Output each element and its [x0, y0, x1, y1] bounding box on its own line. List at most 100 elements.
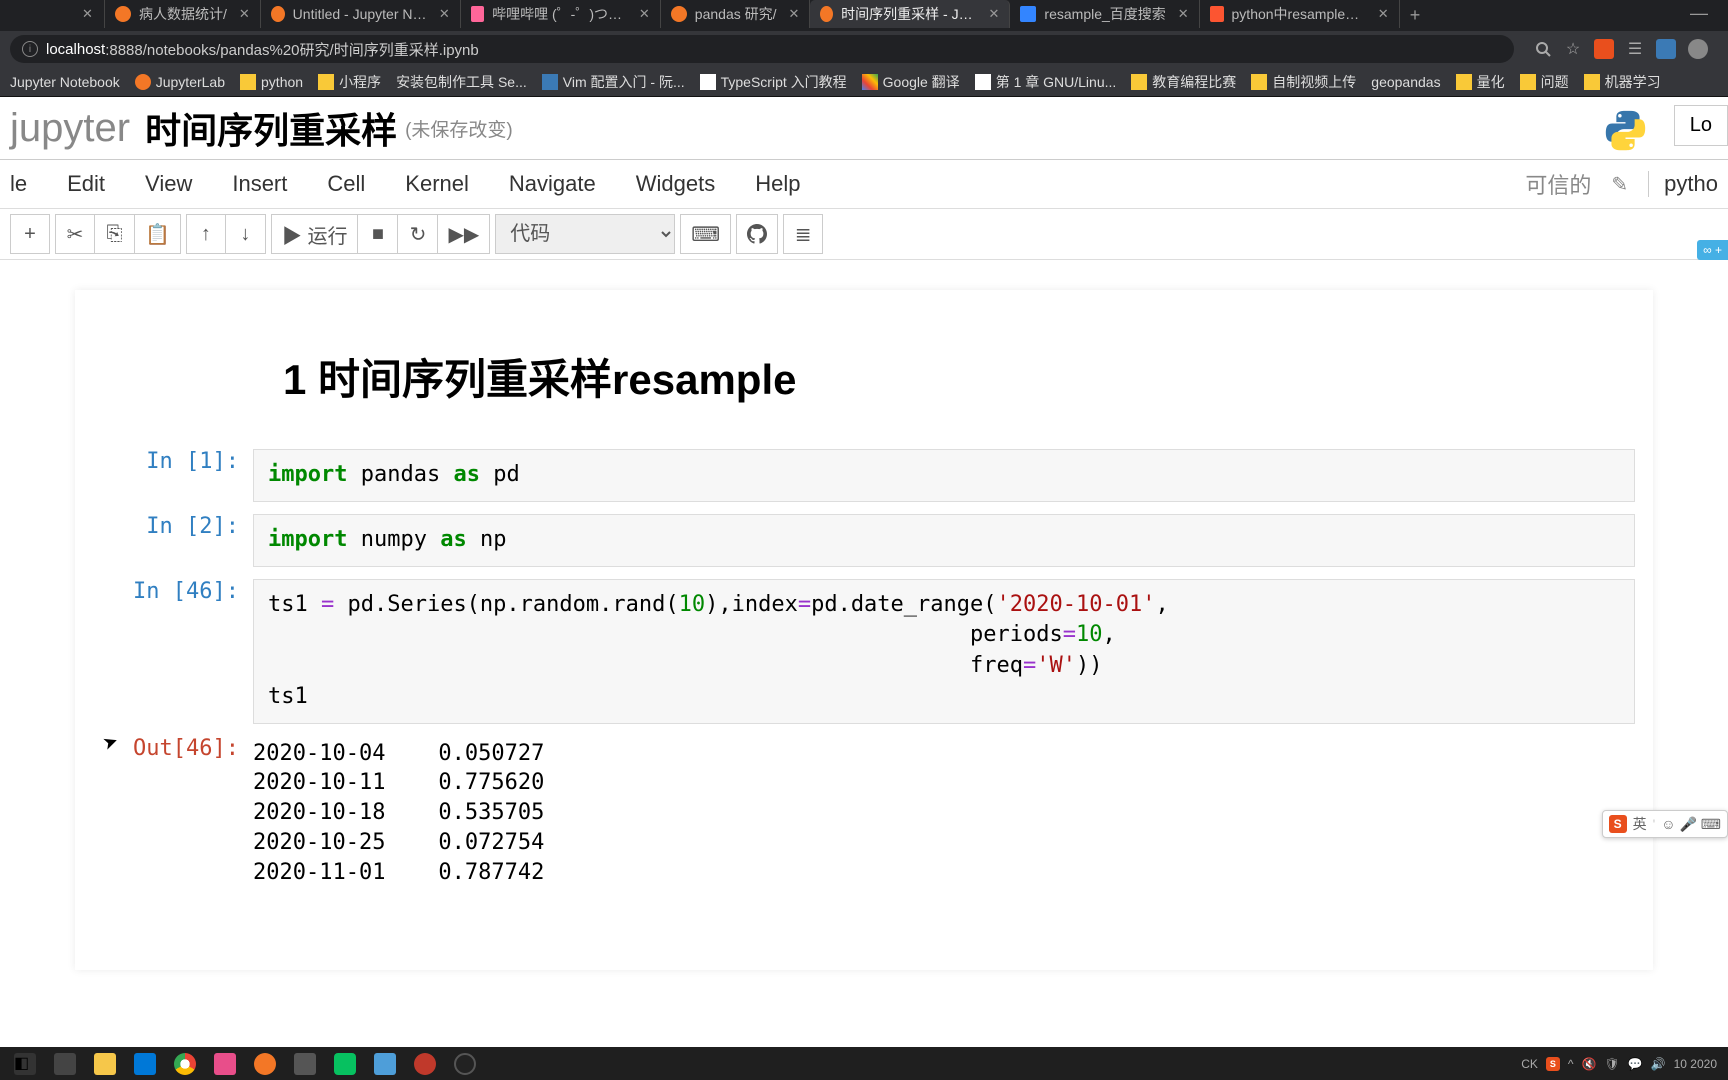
copy-button[interactable]: ⎘ [95, 214, 135, 254]
toc-button[interactable]: ≣ [783, 214, 823, 254]
jupyter-icon[interactable] [246, 1050, 284, 1078]
bookmark-item[interactable]: 量化 [1456, 72, 1505, 92]
wechat-icon[interactable] [326, 1050, 364, 1078]
add-cell-button[interactable]: + [10, 214, 50, 254]
close-tab-icon[interactable]: ✕ [82, 6, 93, 22]
code-cell[interactable]: In [1]: import pandas as pd [75, 443, 1653, 508]
reader-icon[interactable]: ☰ [1626, 40, 1644, 58]
keyboard-button[interactable]: ⌨ [680, 214, 731, 254]
markdown-cell[interactable]: 1 时间序列重采样resample [75, 310, 1653, 443]
code-input[interactable]: import numpy as np [253, 514, 1635, 567]
info-icon[interactable]: i [22, 41, 38, 57]
stop-button[interactable]: ■ [358, 214, 398, 254]
new-tab-button[interactable]: + [1400, 5, 1431, 26]
extension-icon-1[interactable] [1594, 39, 1614, 59]
code-cell[interactable]: In [46]: ts1 = pd.Series(np.random.rand(… [75, 573, 1653, 730]
notebook-title[interactable]: 时间序列重采样 [145, 102, 397, 154]
close-tab-icon[interactable]: ✕ [1378, 6, 1389, 22]
python-logo[interactable] [1603, 108, 1648, 153]
bookmark-item[interactable]: Vim 配置入门 - 阮... [542, 72, 685, 92]
github-button[interactable] [736, 214, 778, 254]
menu-view[interactable]: View [145, 171, 192, 197]
notebook-area: 1 时间序列重采样resample In [1]: import pandas … [75, 290, 1653, 970]
task-app[interactable] [206, 1050, 244, 1078]
bookmark-item[interactable]: 问题 [1520, 72, 1569, 92]
browser-tab[interactable]: Untitled - Jupyter Notebo✕ [261, 0, 461, 28]
bookmark-item[interactable]: 第 1 章 GNU/Linu... [975, 72, 1117, 92]
ime-toolbar[interactable]: S 英 ' ☺ 🎤 ⌨ [1602, 810, 1728, 838]
menu-insert[interactable]: Insert [232, 171, 287, 197]
window-minimize[interactable]: — [1680, 3, 1718, 24]
search-icon[interactable] [1534, 40, 1552, 58]
task-app[interactable] [406, 1050, 444, 1078]
bookmark-item[interactable]: geopandas [1371, 74, 1440, 90]
ime-icons[interactable]: ☺ 🎤 ⌨ [1661, 816, 1721, 833]
menu-edit[interactable]: Edit [67, 171, 105, 197]
cut-button[interactable]: ✂ [55, 214, 95, 254]
browser-tab[interactable]: pandas 研究/✕ [661, 0, 811, 28]
start-button[interactable]: ◧ [6, 1050, 44, 1078]
edit-icon[interactable]: ✎ [1611, 172, 1628, 197]
bookmark-label: python [261, 74, 303, 90]
chrome-icon[interactable] [166, 1050, 204, 1078]
bookmark-item[interactable]: 机器学习 [1584, 72, 1661, 92]
close-tab-icon[interactable]: ✕ [1178, 6, 1189, 22]
bookmark-item[interactable]: JupyterLab [135, 74, 225, 90]
ime-lang[interactable]: 英 [1633, 814, 1647, 834]
code-input[interactable]: import pandas as pd [253, 449, 1635, 502]
close-tab-icon[interactable]: ✕ [989, 6, 1000, 22]
browser-tab[interactable]: 病人数据统计/✕ [105, 0, 261, 28]
bookmark-favicon [135, 74, 151, 90]
task-app[interactable] [366, 1050, 404, 1078]
task-app[interactable] [46, 1050, 84, 1078]
bookmark-item[interactable]: Jupyter Notebook [10, 74, 120, 90]
url-input[interactable]: i localhost :8888/notebooks/pandas%20研究/… [10, 35, 1514, 63]
task-app[interactable] [286, 1050, 324, 1078]
sogou-icon: S [1609, 815, 1627, 833]
menu-le[interactable]: le [10, 171, 27, 197]
bookmark-item[interactable]: TypeScript 入门教程 [700, 72, 847, 92]
cell-type-select[interactable]: 代码 [495, 214, 675, 254]
side-badge[interactable]: ∞ + [1697, 240, 1728, 260]
bookmark-item[interactable]: python [240, 74, 303, 90]
code-input[interactable]: ts1 = pd.Series(np.random.rand(10),index… [253, 579, 1635, 724]
jupyter-logo[interactable]: jupyter [10, 106, 130, 151]
logout-button[interactable]: Lo [1674, 105, 1728, 146]
bookmark-item[interactable]: 安装包制作工具 Se... [396, 72, 527, 92]
fastforward-button[interactable]: ▶▶ [438, 214, 490, 254]
menu-help[interactable]: Help [755, 171, 800, 197]
move-up-button[interactable]: ↑ [186, 214, 226, 254]
menu-widgets[interactable]: Widgets [636, 171, 715, 197]
close-tab-icon[interactable]: ✕ [239, 6, 250, 22]
bookmark-item[interactable]: 教育编程比赛 [1131, 72, 1236, 92]
close-tab-icon[interactable]: ✕ [789, 6, 800, 22]
bookmark-item[interactable]: 小程序 [318, 72, 381, 92]
browser-tab[interactable]: 时间序列重采样 - Jupyter N✕ [810, 0, 1010, 28]
close-tab-icon[interactable]: ✕ [439, 6, 450, 22]
menu-cell[interactable]: Cell [327, 171, 365, 197]
menu-kernel[interactable]: Kernel [405, 171, 469, 197]
paste-button[interactable]: 📋 [135, 214, 181, 254]
out-prompt: Out[46]: [93, 736, 253, 887]
run-button[interactable]: ▶ 运行 [271, 214, 359, 254]
trusted-indicator[interactable]: 可信的 [1525, 168, 1591, 200]
star-icon[interactable]: ☆ [1564, 40, 1582, 58]
extension-icon-3[interactable] [1688, 39, 1708, 59]
obs-icon[interactable] [446, 1050, 484, 1078]
close-tab-icon[interactable]: ✕ [639, 6, 650, 22]
bookmark-item[interactable]: Google 翻译 [862, 72, 960, 92]
browser-tab[interactable]: resample_百度搜索✕ [1010, 0, 1199, 28]
bookmark-item[interactable]: 自制视频上传 [1251, 72, 1356, 92]
kernel-indicator[interactable]: pytho [1648, 171, 1718, 197]
browser-tab[interactable]: python中resample函数实✕ [1200, 0, 1400, 28]
browser-tab[interactable]: 哔哩哔哩 (゜-゜)つロ 干杯✕ [461, 0, 661, 28]
move-down-button[interactable]: ↓ [226, 214, 266, 254]
extension-icon-2[interactable] [1656, 39, 1676, 59]
menu-navigate[interactable]: Navigate [509, 171, 596, 197]
code-cell[interactable]: In [2]: import numpy as np [75, 508, 1653, 573]
system-tray[interactable]: CK S ^🔇🛡💬🔊 10 2020 [1521, 1057, 1722, 1071]
restart-button[interactable]: ↻ [398, 214, 438, 254]
browser-tab[interactable]: ✕ [60, 0, 105, 28]
file-explorer-icon[interactable] [86, 1050, 124, 1078]
vscode-icon[interactable] [126, 1050, 164, 1078]
